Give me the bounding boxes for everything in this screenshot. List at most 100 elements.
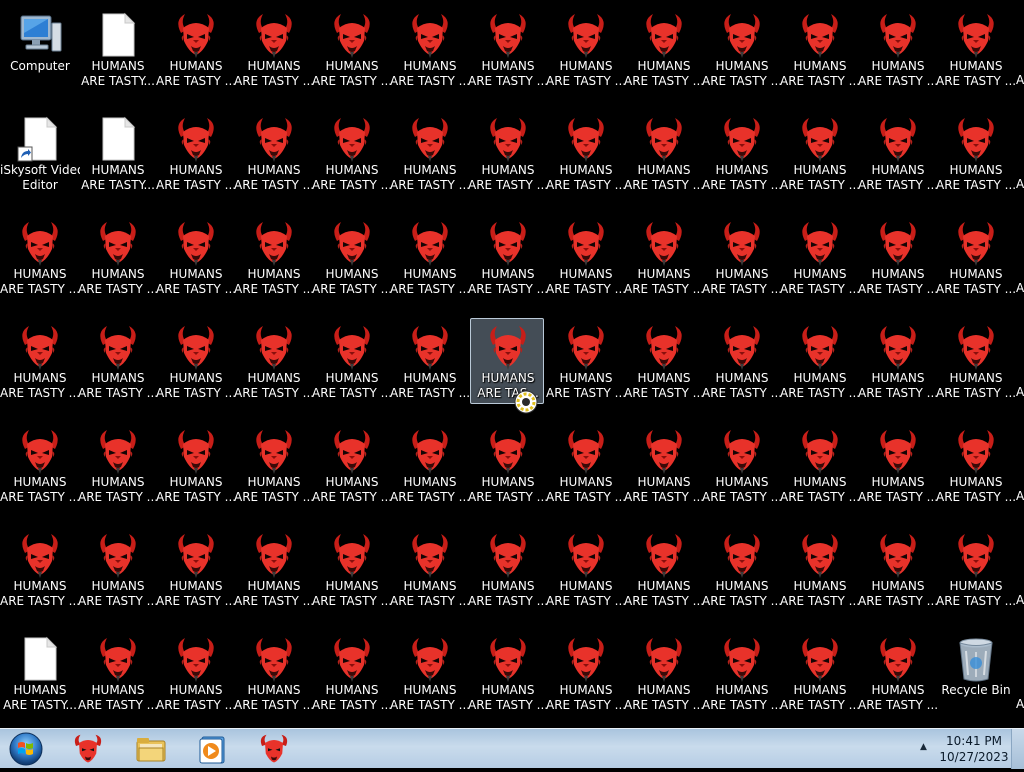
desktop-icon[interactable]: HUMANS ARE TASTY ...	[468, 630, 548, 716]
desktop-icon[interactable]: HUMANS ARE TASTY ...	[312, 6, 392, 92]
desktop-icon[interactable]: HUMANS ARE TASTY ...	[78, 318, 158, 404]
desktop-icon[interactable]: HUMANS ARE TASTY ...	[390, 422, 470, 508]
desktop-icon[interactable]: HUMANS ARE TASTY ...	[858, 110, 938, 196]
desktop-icon[interactable]: HUMANS ARE TASTY ...	[702, 630, 782, 716]
desktop-icon[interactable]: HUMANS ARE TASTY ...	[546, 214, 626, 300]
desktop-icon[interactable]: HUMANS ARE TASTY...	[2, 630, 77, 716]
desktop-icon[interactable]: HUMANS ARE TASTY ...	[936, 214, 1016, 300]
desktop-icon[interactable]: HUMANS ARE TASTY ...	[702, 422, 782, 508]
offscreen-icon-fragment[interactable]: A	[1016, 73, 1024, 88]
offscreen-icon-fragment[interactable]: A	[1016, 697, 1024, 712]
desktop-icon[interactable]: HUMANS ARE TASTY ...	[156, 630, 236, 716]
desktop-icon[interactable]: HUMANS ARE TASTY ...	[702, 110, 782, 196]
desktop-icon[interactable]: HUMANS ARE TASTY ...	[546, 6, 626, 92]
desktop-icon[interactable]: HUMANS ARE TASTY ...	[858, 630, 938, 716]
desktop-icon[interactable]: HUMANS ARE TASTY ...	[156, 110, 236, 196]
desktop-icon[interactable]: HUMANS ARE TASTY ...	[468, 110, 548, 196]
desktop-icon[interactable]: HUMANS ARE TASTY ...	[858, 6, 938, 92]
desktop-icon[interactable]: HUMANS ARE TASTY ...	[312, 422, 392, 508]
desktop-icon[interactable]: HUMANS ARE TASTY ...	[624, 214, 704, 300]
desktop-icon[interactable]: HUMANS ARE TASTY ...	[624, 318, 704, 404]
desktop-icon[interactable]: HUMANS ARE TASTY ...	[312, 318, 392, 404]
desktop-icon[interactable]: HUMANS ARE TASTY ...	[390, 6, 470, 92]
desktop-icon[interactable]: HUMANS ARE TASTY ...	[234, 630, 314, 716]
desktop-icon[interactable]: HUMANS ARE TASTY ...	[234, 318, 314, 404]
desktop-icon[interactable]: HUMANS ARE TASTY ...	[624, 422, 704, 508]
start-button[interactable]	[4, 730, 48, 768]
desktop-icon[interactable]: HUMANS ARE TASTY ...	[156, 422, 236, 508]
desktop-icon[interactable]: HUMANS ARE TASTY ...	[312, 110, 392, 196]
desktop-icon[interactable]: HUMANS ARE TASTY ...	[0, 526, 80, 612]
desktop-icon[interactable]: HUMANS ARE TASTY ...	[858, 318, 938, 404]
desktop-icon[interactable]: HUMANS ARE TASTY ...	[156, 6, 236, 92]
taskbar-demon-1[interactable]	[62, 731, 114, 767]
desktop-icon[interactable]: HUMANS ARE TASTY ...	[780, 110, 860, 196]
desktop-icon[interactable]: HUMANS ARE TASTY ...	[78, 422, 158, 508]
desktop-icon[interactable]: HUMANS ARE TASTY ...	[0, 214, 80, 300]
desktop-icon[interactable]: HUMANS ARE TASTY ...	[312, 214, 392, 300]
desktop-icon[interactable]: HUMANS ARE TASTY ...	[936, 110, 1016, 196]
desktop-icon[interactable]: HUMANS ARE TASTY...	[80, 110, 155, 196]
desktop[interactable]: Computer HUMANS ARE TASTY... HUMANS ARE TAST…	[0, 0, 1024, 728]
desktop-icon[interactable]: HUMANS ARE TASTY ...	[312, 630, 392, 716]
desktop-icon[interactable]: HUMANS ARE TASTY ...	[624, 526, 704, 612]
desktop-icon[interactable]: HUMANS ARE TASTY ...	[780, 6, 860, 92]
desktop-icon[interactable]: Computer	[2, 6, 76, 92]
desktop-icon[interactable]: HUMANS ARE TASTY ...	[858, 422, 938, 508]
desktop-icon[interactable]: HUMANS ARE TASTY ...	[234, 6, 314, 92]
desktop-icon[interactable]: HUMANS ARE TASTY...	[80, 6, 155, 92]
desktop-icon[interactable]: iSkysoft Video Editor	[0, 110, 80, 196]
taskbar-demon-2[interactable]	[248, 731, 300, 767]
desktop-icon[interactable]: HUMANS ARE TAS...	[470, 318, 544, 404]
desktop-icon[interactable]: HUMANS ARE TASTY ...	[78, 630, 158, 716]
desktop-icon[interactable]: HUMANS ARE TASTY ...	[390, 110, 470, 196]
offscreen-icon-fragment[interactable]: A	[1016, 177, 1024, 192]
desktop-icon[interactable]: HUMANS ARE TASTY ...	[156, 214, 236, 300]
show-desktop-button[interactable]	[1011, 729, 1024, 769]
desktop-icon[interactable]: HUMANS ARE TASTY ...	[702, 318, 782, 404]
desktop-icon[interactable]: HUMANS ARE TASTY ...	[546, 630, 626, 716]
desktop-icon[interactable]: HUMANS ARE TASTY ...	[390, 526, 470, 612]
desktop-icon[interactable]: HUMANS ARE TASTY ...	[468, 6, 548, 92]
desktop-icon[interactable]: HUMANS ARE TASTY ...	[234, 110, 314, 196]
desktop-icon[interactable]: HUMANS ARE TASTY ...	[78, 214, 158, 300]
desktop-icon[interactable]: HUMANS ARE TASTY ...	[156, 526, 236, 612]
desktop-icon[interactable]: HUMANS ARE TASTY ...	[624, 110, 704, 196]
desktop-icon[interactable]: HUMANS ARE TASTY ...	[702, 6, 782, 92]
desktop-icon[interactable]: HUMANS ARE TASTY ...	[234, 526, 314, 612]
desktop-icon[interactable]: HUMANS ARE TASTY ...	[780, 630, 860, 716]
desktop-icon[interactable]: HUMANS ARE TASTY ...	[780, 526, 860, 612]
desktop-icon[interactable]: HUMANS ARE TASTY ...	[702, 526, 782, 612]
desktop-icon[interactable]: HUMANS ARE TASTY ...	[546, 526, 626, 612]
desktop-icon[interactable]: HUMANS ARE TASTY ...	[0, 422, 80, 508]
desktop-icon[interactable]: HUMANS ARE TASTY ...	[624, 6, 704, 92]
desktop-icon[interactable]: HUMANS ARE TASTY ...	[546, 110, 626, 196]
desktop-icon[interactable]: HUMANS ARE TASTY ...	[858, 214, 938, 300]
desktop-icon[interactable]: HUMANS ARE TASTY ...	[936, 526, 1016, 612]
desktop-icon[interactable]: HUMANS ARE TASTY ...	[858, 526, 938, 612]
desktop-icon[interactable]: HUMANS ARE TASTY ...	[936, 422, 1016, 508]
desktop-icon[interactable]: HUMANS ARE TASTY ...	[468, 214, 548, 300]
offscreen-icon-fragment[interactable]: A	[1016, 385, 1024, 400]
desktop-icon[interactable]: HUMANS ARE TASTY ...	[390, 214, 470, 300]
desktop-icon[interactable]: HUMANS ARE TASTY ...	[468, 526, 548, 612]
clock[interactable]: 10:41 PM 10/27/2023	[936, 733, 1012, 765]
desktop-icon[interactable]: HUMANS ARE TASTY ...	[468, 422, 548, 508]
desktop-icon[interactable]: HUMANS ARE TASTY ...	[780, 422, 860, 508]
desktop-icon[interactable]: HUMANS ARE TASTY ...	[936, 318, 1016, 404]
desktop-icon[interactable]: HUMANS ARE TASTY ...	[780, 318, 860, 404]
desktop-icon[interactable]: HUMANS ARE TASTY ...	[624, 630, 704, 716]
offscreen-icon-fragment[interactable]: A	[1016, 281, 1024, 296]
taskbar-media-player[interactable]	[186, 731, 238, 767]
desktop-icon[interactable]: Recycle Bin	[938, 630, 1012, 716]
desktop-icon[interactable]: HUMANS ARE TASTY ...	[312, 526, 392, 612]
desktop-icon[interactable]: HUMANS ARE TASTY ...	[390, 630, 470, 716]
show-hidden-icons-button[interactable]: ▲	[920, 742, 927, 752]
taskbar-explorer[interactable]	[125, 731, 177, 767]
desktop-icon[interactable]: HUMANS ARE TASTY ...	[702, 214, 782, 300]
desktop-icon[interactable]: HUMANS ARE TASTY ...	[936, 6, 1016, 92]
desktop-icon[interactable]: HUMANS ARE TASTY ...	[390, 318, 470, 404]
desktop-icon[interactable]: HUMANS ARE TASTY ...	[234, 422, 314, 508]
desktop-icon[interactable]: HUMANS ARE TASTY ...	[234, 214, 314, 300]
desktop-icon[interactable]: HUMANS ARE TASTY ...	[78, 526, 158, 612]
